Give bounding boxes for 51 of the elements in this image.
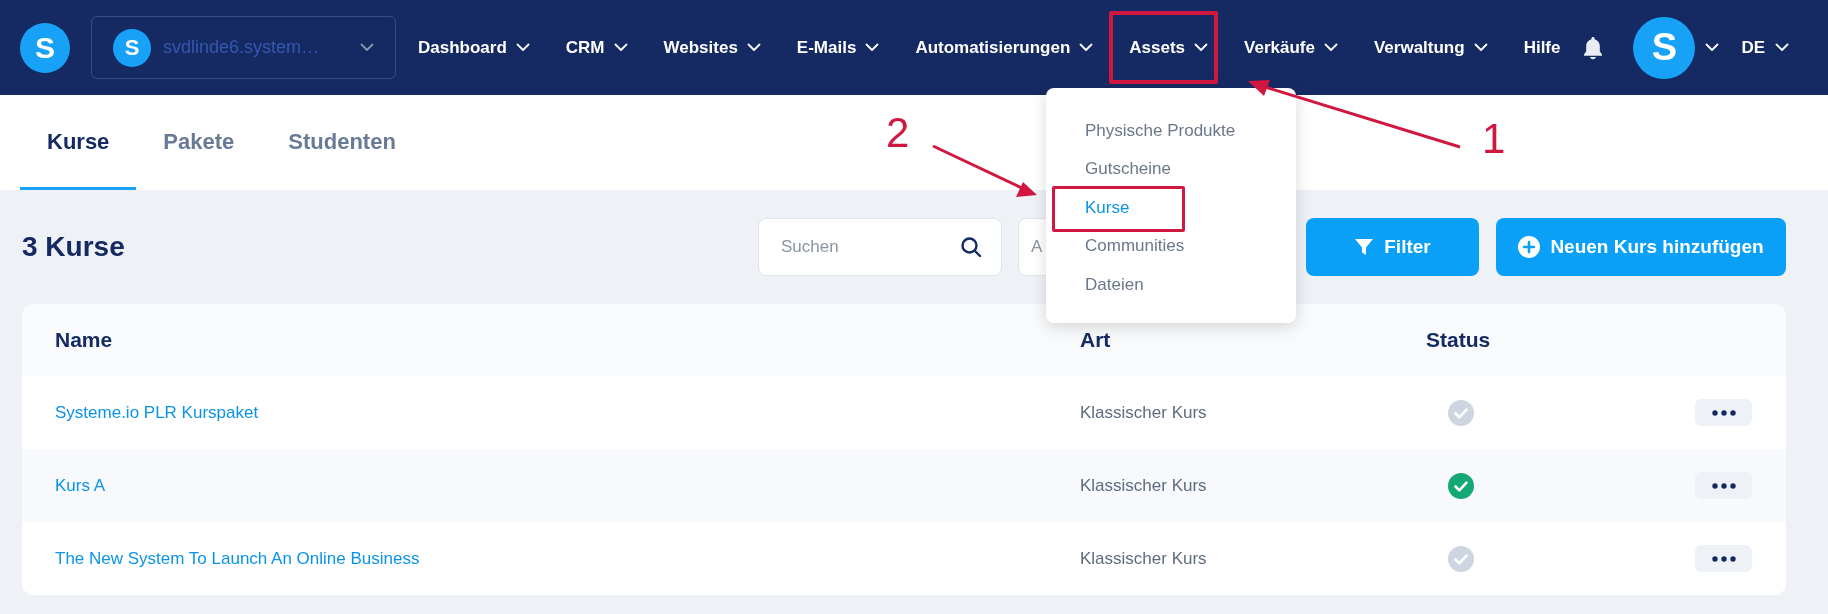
course-link[interactable]: The New System To Launch An Online Business bbox=[55, 545, 420, 572]
add-course-button[interactable]: Neuen Kurs hinzufügen bbox=[1496, 218, 1786, 276]
chevron-down-icon bbox=[360, 43, 374, 52]
filter-button[interactable]: Filter bbox=[1306, 218, 1479, 276]
more-options-button[interactable] bbox=[1695, 399, 1752, 426]
nav-menu-item[interactable]: Automatisierungen bbox=[915, 34, 1094, 61]
search-icon bbox=[960, 236, 982, 258]
dropdown-item[interactable]: Kurse bbox=[1085, 194, 1130, 220]
dropdown-item[interactable]: Dateien bbox=[1085, 271, 1144, 297]
logo[interactable]: S bbox=[20, 22, 70, 73]
nav-menu-item[interactable]: Assets bbox=[1129, 34, 1209, 61]
table-cell-text: Klassischer Kurs bbox=[1080, 401, 1207, 424]
more-options-button[interactable] bbox=[1695, 545, 1752, 572]
workspace-avatar: S bbox=[113, 28, 151, 67]
more-options-button[interactable] bbox=[1695, 472, 1752, 499]
nav-menu-item[interactable]: Verkäufe bbox=[1244, 34, 1338, 61]
course-link[interactable]: Kurs A bbox=[55, 472, 106, 499]
tab[interactable]: Kurse bbox=[20, 95, 137, 190]
annotation-number: 1 bbox=[1482, 118, 1506, 160]
nav-menu-item[interactable]: Verwaltung bbox=[1373, 34, 1488, 61]
dropdown-item[interactable]: Communities bbox=[1085, 233, 1185, 259]
dropdown-item[interactable]: Gutscheine bbox=[1085, 156, 1171, 182]
nav-menu-item[interactable]: Hilfe bbox=[1523, 34, 1561, 61]
language-selector[interactable]: DE bbox=[1741, 34, 1790, 61]
table-cell-text: Klassischer Kurs bbox=[1080, 474, 1207, 497]
tab[interactable]: Pakete bbox=[136, 95, 262, 190]
column-header: Name bbox=[55, 327, 113, 354]
user-avatar[interactable]: S bbox=[1633, 16, 1696, 79]
chevron-down-icon bbox=[1775, 43, 1790, 52]
page-heading: 3 Kurse bbox=[22, 230, 125, 264]
course-link[interactable]: Systeme.io PLR Kurspaket bbox=[55, 399, 259, 426]
bell-icon[interactable] bbox=[1582, 35, 1605, 60]
more-dots-icon bbox=[1711, 555, 1736, 562]
nav-menu-item[interactable]: E-Mails bbox=[796, 34, 880, 61]
more-dots-icon bbox=[1711, 482, 1736, 489]
filter-icon bbox=[1354, 237, 1375, 257]
nav-menu-item[interactable]: Websites bbox=[663, 34, 761, 61]
chevron-down-icon bbox=[1705, 43, 1720, 52]
tab[interactable]: Studenten bbox=[261, 95, 423, 190]
column-header: Status bbox=[1426, 327, 1491, 354]
more-dots-icon bbox=[1711, 409, 1736, 416]
nav-menu-item[interactable]: Dashboard bbox=[418, 34, 530, 61]
nav-menu-item[interactable]: CRM bbox=[565, 34, 628, 61]
column-header: Art bbox=[1080, 327, 1111, 354]
workspace-selector[interactable]: S svdlinde6.system… bbox=[91, 16, 396, 79]
plus-circle-icon bbox=[1518, 236, 1541, 258]
table-cell-text: Klassischer Kurs bbox=[1080, 547, 1207, 570]
search-field[interactable]: Suchen bbox=[758, 218, 1002, 276]
workspace-name: svdlinde6.system… bbox=[163, 36, 320, 59]
annotation-number: 2 bbox=[886, 112, 910, 154]
dropdown-item[interactable]: Physische Produkte bbox=[1085, 117, 1236, 143]
